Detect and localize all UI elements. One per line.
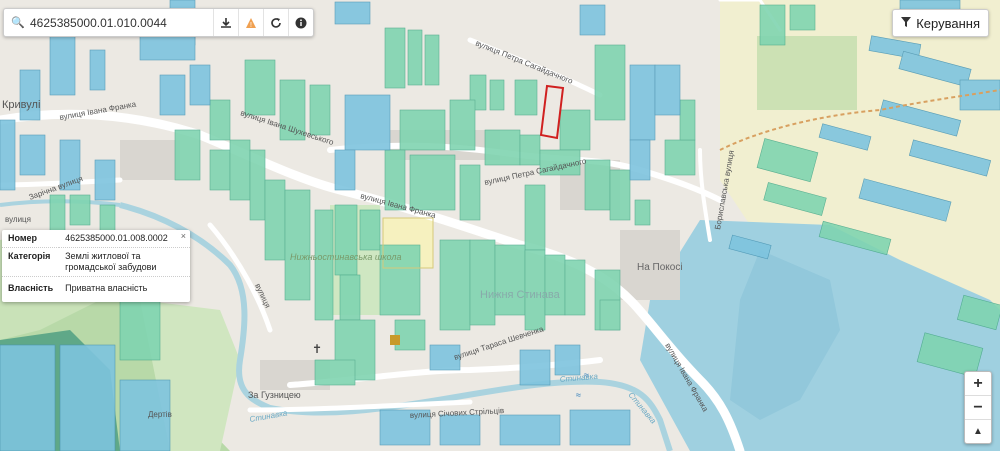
zoom-in-button[interactable]: + [965, 372, 991, 396]
popup-row: Категорія Землі житлової та громадської … [2, 247, 190, 277]
search-icon: 🔍 [11, 17, 25, 29]
svg-text:!: ! [250, 22, 252, 29]
popup-value: 4625385000.01.008.0002 [59, 230, 190, 248]
search-bar: 🔍 4625385000.01.010.0044 ! [3, 8, 314, 37]
water-icon: ≈ [584, 370, 589, 380]
filter-icon [901, 16, 912, 30]
label-street-west: вулиця [5, 215, 31, 224]
cadastral-map[interactable]: Кривулі вулиця Івана Франка вулиця Івана… [0, 0, 1000, 451]
control-button[interactable]: Керування [892, 9, 989, 37]
download-icon[interactable] [213, 9, 238, 36]
popup-key: Категорія [2, 247, 60, 277]
label-kryvuli: Кривулі [2, 99, 40, 111]
popup-value: Землі житлової та громадської забудови [59, 247, 190, 277]
popup-row: Номер 4625385000.01.008.0002 [2, 230, 190, 248]
refresh-icon[interactable] [263, 9, 288, 36]
label-na-pokosi: На Покосі [637, 262, 683, 273]
zoom-out-button[interactable]: − [965, 396, 991, 420]
info-icon[interactable] [288, 9, 313, 36]
control-label: Керування [916, 15, 980, 31]
label-school: Нижньостинавська школа [290, 252, 401, 262]
zoom-controls: + − ▲ [964, 371, 992, 444]
church-icon: ✝ [312, 342, 322, 356]
parcel-info-popup: × Номер 4625385000.01.008.0002 Категорія… [2, 230, 190, 302]
popup-key: Номер [2, 230, 60, 248]
label-za-huznytseiu: За Гузницею [248, 390, 301, 400]
water-icon: ≈ [576, 390, 581, 400]
popup-key: Власність [8, 283, 54, 293]
label-nyzhnia-stynava: Нижня Стинава [480, 289, 561, 301]
school-building-icon [390, 335, 400, 345]
warning-icon[interactable]: ! [238, 9, 263, 36]
popup-row: Власність Приватна власність [2, 277, 190, 303]
north-arrow-button[interactable]: ▲ [965, 420, 991, 443]
popup-value: Приватна власність [65, 283, 148, 293]
search-input[interactable]: 4625385000.01.010.0044 [30, 16, 213, 30]
label-dertiv: Дертів [148, 410, 172, 419]
close-icon[interactable]: × [181, 231, 186, 241]
